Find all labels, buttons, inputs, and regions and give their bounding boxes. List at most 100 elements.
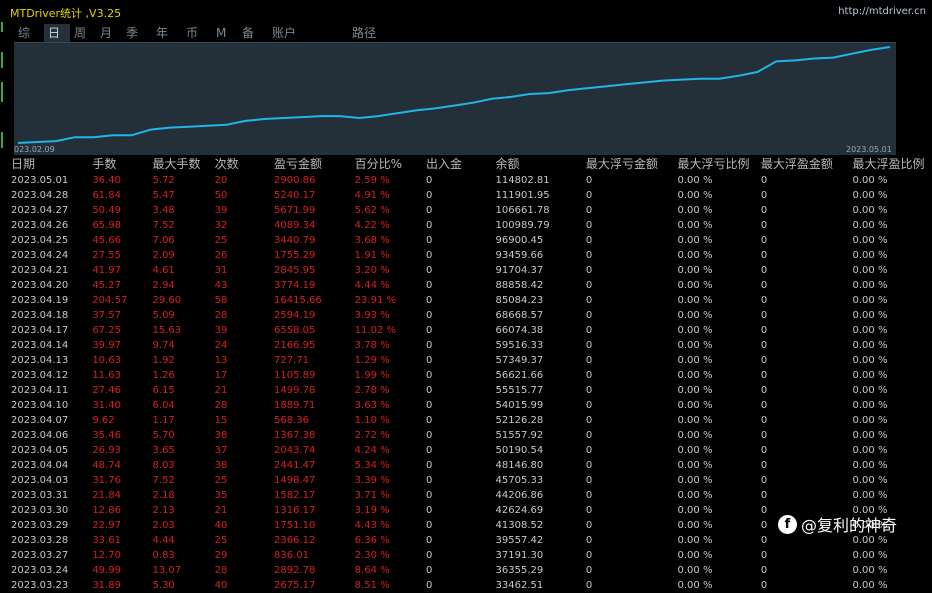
tab-0[interactable]: 综 xyxy=(14,24,44,42)
tab-9[interactable]: 账户 xyxy=(268,24,348,42)
column-header-0[interactable]: 日期 xyxy=(8,156,89,173)
cell-6: 0 xyxy=(423,488,493,503)
column-header-2[interactable]: 最大手数 xyxy=(150,156,212,173)
cell-0: 2023.04.19 xyxy=(8,293,89,308)
cell-0: 2023.04.27 xyxy=(8,203,89,218)
tab-2[interactable]: 周 xyxy=(70,24,96,42)
table-row[interactable]: 2023.04.0526.933.65372043.744.24 %050190… xyxy=(8,443,932,458)
cell-9: 0.00 % xyxy=(675,233,758,248)
table-row[interactable]: 2023.04.0448.748.03382441.475.34 %048146… xyxy=(8,458,932,473)
cell-11: 0.00 % xyxy=(850,398,932,413)
cell-8: 0 xyxy=(583,533,675,548)
cell-10: 0 xyxy=(758,368,850,383)
cell-1: 31.76 xyxy=(89,473,149,488)
table-row[interactable]: 2023.03.2331.895.30402675.178.51 %033462… xyxy=(8,578,932,593)
column-header-6[interactable]: 出入金 xyxy=(423,156,493,173)
cell-5: 3.93 % xyxy=(352,308,423,323)
cell-6: 0 xyxy=(423,203,493,218)
table-row[interactable]: 2023.04.2750.493.48395671.995.62 %010666… xyxy=(8,203,932,218)
cell-1: 61.84 xyxy=(89,188,149,203)
table-row[interactable]: 2023.03.3121.842.18351582.173.71 %044206… xyxy=(8,488,932,503)
cell-1: 31.40 xyxy=(89,398,149,413)
column-header-4[interactable]: 盈亏金额 xyxy=(271,156,352,173)
cell-0: 2023.04.04 xyxy=(8,458,89,473)
table-row[interactable]: 2023.04.1767.2515.63396558.0511.02 %0660… xyxy=(8,323,932,338)
table-row[interactable]: 2023.04.1837.575.09282594.193.93 %068668… xyxy=(8,308,932,323)
column-header-10[interactable]: 最大浮盈金额 xyxy=(758,156,850,173)
cell-10: 0 xyxy=(758,323,850,338)
cell-4: 3440.79 xyxy=(271,233,352,248)
cell-9: 0.00 % xyxy=(675,173,758,188)
cell-5: 3.39 % xyxy=(352,473,423,488)
cell-6: 0 xyxy=(423,293,493,308)
table-row[interactable]: 2023.04.19204.5729.605816415.6623.91 %08… xyxy=(8,293,932,308)
cell-10: 0 xyxy=(758,218,850,233)
table-row[interactable]: 2023.04.2141.974.61312845.953.20 %091704… xyxy=(8,263,932,278)
cell-0: 2023.03.23 xyxy=(8,578,89,593)
cell-0: 2023.04.26 xyxy=(8,218,89,233)
cell-10: 0 xyxy=(758,263,850,278)
cell-10: 0 xyxy=(758,233,850,248)
cell-6: 0 xyxy=(423,353,493,368)
table-row[interactable]: 2023.04.1439.979.74242166.953.78 %059516… xyxy=(8,338,932,353)
table-row[interactable]: 2023.03.2449.9913.07282892.788.64 %03635… xyxy=(8,563,932,578)
tab-6[interactable]: 币 xyxy=(182,24,212,42)
cell-1: 67.25 xyxy=(89,323,149,338)
column-header-8[interactable]: 最大浮亏金额 xyxy=(583,156,675,173)
cell-10: 0 xyxy=(758,428,850,443)
column-header-5[interactable]: 百分比% xyxy=(352,156,423,173)
cell-8: 0 xyxy=(583,278,675,293)
column-header-7[interactable]: 余额 xyxy=(493,156,583,173)
cell-11: 0.00 % xyxy=(850,563,932,578)
cell-7: 93459.66 xyxy=(493,248,583,263)
cell-9: 0.00 % xyxy=(675,443,758,458)
cell-7: 39557.42 xyxy=(493,533,583,548)
site-link[interactable]: http://mtdriver.cn xyxy=(838,6,926,17)
cell-1: 37.57 xyxy=(89,308,149,323)
table-row[interactable]: 2023.04.2861.845.47505240.174.91 %011190… xyxy=(8,188,932,203)
table-row[interactable]: 2023.04.0331.767.52251498.473.39 %045705… xyxy=(8,473,932,488)
cell-0: 2023.03.28 xyxy=(8,533,89,548)
cell-4: 4089.34 xyxy=(271,218,352,233)
cell-8: 0 xyxy=(583,398,675,413)
cell-6: 0 xyxy=(423,443,493,458)
tab-1[interactable]: 日 xyxy=(44,24,70,42)
cell-4: 2043.74 xyxy=(271,443,352,458)
cell-8: 0 xyxy=(583,368,675,383)
table-row[interactable]: 2023.04.079.621.1715568.361.10 %052126.2… xyxy=(8,413,932,428)
tab-8[interactable]: 备 xyxy=(238,24,268,42)
tab-5[interactable]: 年 xyxy=(152,24,182,42)
cell-7: 111901.95 xyxy=(493,188,583,203)
cell-8: 0 xyxy=(583,563,675,578)
cell-4: 2594.19 xyxy=(271,308,352,323)
cell-11: 0.00 % xyxy=(850,218,932,233)
column-header-11[interactable]: 最大浮盈比例 xyxy=(850,156,932,173)
table-row[interactable]: 2023.04.1310.631.9213727.711.29 %057349.… xyxy=(8,353,932,368)
table-row[interactable]: 2023.04.1127.466.15211499.782.78 %055515… xyxy=(8,383,932,398)
cell-2: 7.06 xyxy=(150,233,212,248)
cell-5: 3.63 % xyxy=(352,398,423,413)
tab-3[interactable]: 月 xyxy=(96,24,122,42)
cell-3: 25 xyxy=(212,473,271,488)
table-row[interactable]: 2023.04.1211.631.26171105.891.99 %056621… xyxy=(8,368,932,383)
tab-4[interactable]: 季 xyxy=(122,24,152,42)
table-row[interactable]: 2023.05.0136.405.72202900.862.59 %011480… xyxy=(8,173,932,188)
tab-7[interactable]: M xyxy=(212,24,238,42)
cell-3: 38 xyxy=(212,458,271,473)
table-row[interactable]: 2023.04.2545.667.06253440.793.68 %096900… xyxy=(8,233,932,248)
table-row[interactable]: 2023.04.0635.465.70381367.382.72 %051557… xyxy=(8,428,932,443)
column-header-1[interactable]: 手数 xyxy=(89,156,149,173)
table-row[interactable]: 2023.04.1031.406.04281889.713.63 %054015… xyxy=(8,398,932,413)
table-row[interactable]: 2023.04.2045.272.94433774.194.44 %088858… xyxy=(8,278,932,293)
column-header-9[interactable]: 最大浮亏比例 xyxy=(675,156,758,173)
table-row[interactable]: 2023.04.2665.987.52324089.344.22 %010098… xyxy=(8,218,932,233)
cell-10: 0 xyxy=(758,458,850,473)
tab-10[interactable]: 路径 xyxy=(348,24,396,42)
cell-11: 0.00 % xyxy=(850,488,932,503)
table-row[interactable]: 2023.04.2427.552.09261755.291.91 %093459… xyxy=(8,248,932,263)
cell-7: 44206.86 xyxy=(493,488,583,503)
column-header-3[interactable]: 次数 xyxy=(212,156,271,173)
cell-1: 33.61 xyxy=(89,533,149,548)
cell-0: 2023.04.13 xyxy=(8,353,89,368)
cell-9: 0.00 % xyxy=(675,413,758,428)
